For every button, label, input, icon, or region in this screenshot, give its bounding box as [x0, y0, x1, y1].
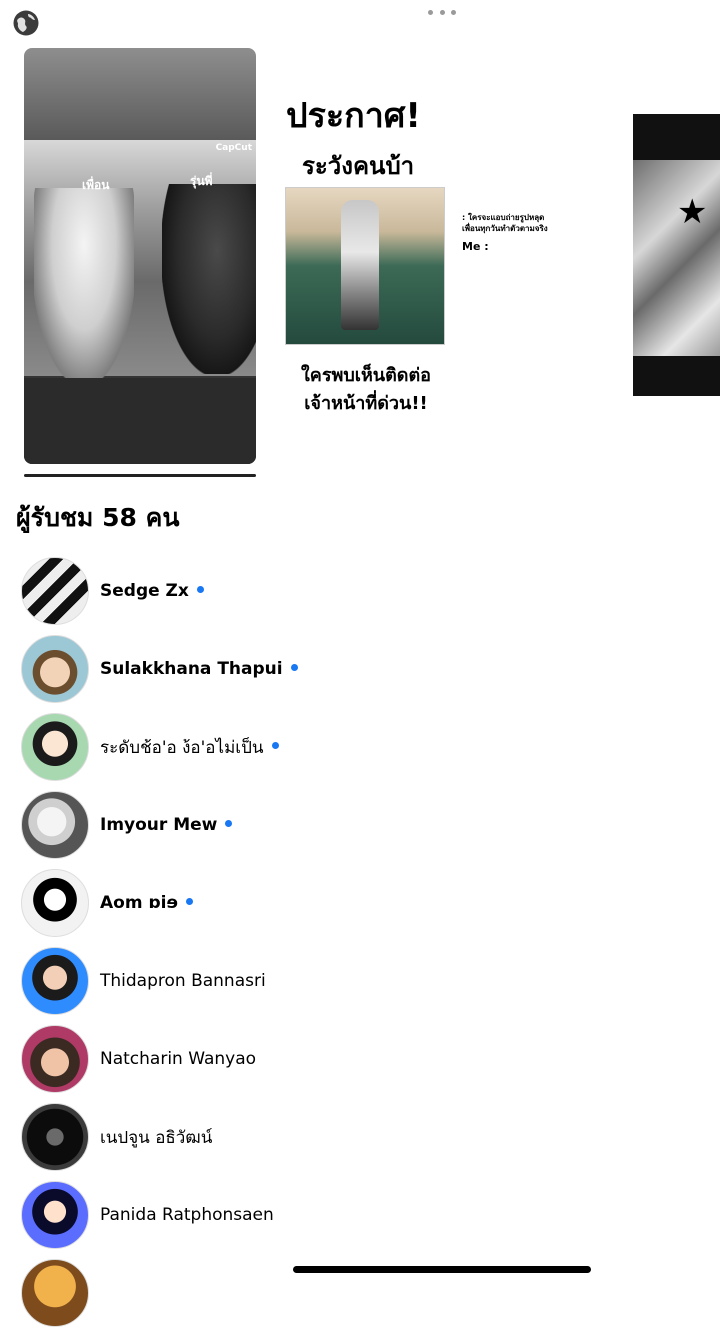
selected-story-indicator	[24, 474, 256, 477]
story-carousel[interactable]: CapCut เพื่อน รุ่นพี่ ประกาศ! ระวังคนบ้า…	[0, 46, 720, 486]
viewer-name[interactable]: Sulakkhana Thapui	[100, 659, 298, 679]
viewer-name[interactable]: Thidapron Bannasri	[100, 971, 266, 991]
viewer-name-text: Sedge Zx	[100, 581, 189, 601]
online-dot-icon	[196, 585, 204, 593]
capcut-watermark: CapCut	[215, 143, 252, 153]
viewer-name[interactable]: Imyour Mew	[100, 815, 233, 835]
online-dot-icon	[271, 742, 279, 749]
viewer-row[interactable]: Imyour Mew	[0, 786, 720, 864]
online-dot-icon	[186, 897, 193, 905]
avatar[interactable]	[21, 791, 89, 859]
viewer-name[interactable]: Sedge Zx	[100, 581, 204, 601]
avatar[interactable]	[21, 1181, 89, 1249]
viewer-row[interactable]: Sedge Zx	[0, 552, 720, 630]
cat-image-left	[34, 188, 134, 378]
viewer-row[interactable]: Panida Ratphonsaen	[0, 1176, 720, 1254]
viewer-name-text: ระดับช้อ'อ ง้อ'อไม่เป็น	[100, 737, 264, 758]
star-icon: ★	[677, 192, 708, 232]
top-bar	[0, 0, 720, 44]
viewer-name[interactable]: Natcharin Wanyao	[100, 1049, 256, 1069]
story-subhead: ระวังคนบ้า	[302, 152, 415, 180]
viewer-row[interactable]: ระดับช้อ'อ ง้อ'อไม่เป็น	[0, 708, 720, 786]
story-caption: ใครพบเห็นติดต่อ เจ้าหน้าที่ด่วน!!	[276, 362, 456, 418]
avatar[interactable]	[21, 1103, 89, 1171]
story-image	[633, 160, 720, 356]
dot	[428, 9, 433, 15]
avatar[interactable]	[21, 1025, 89, 1093]
story-text-line-3: Me :	[462, 240, 489, 253]
story-photo	[285, 187, 445, 345]
avatar[interactable]	[21, 947, 89, 1015]
cat-image-right	[162, 184, 256, 374]
viewer-row[interactable]: Aom ɒiɘ	[0, 864, 720, 942]
online-dot-icon	[225, 819, 233, 827]
avatar[interactable]	[21, 869, 89, 937]
avatar[interactable]	[21, 1259, 89, 1327]
story-card-4[interactable]: ★	[633, 114, 720, 396]
viewer-name[interactable]: ระดับช้อ'อ ง้อ'อไม่เป็น	[100, 734, 279, 761]
story-bottom-band	[24, 378, 256, 464]
story-label-left: เพื่อน	[82, 178, 110, 192]
viewer-name-text: Panida Ratphonsaen	[100, 1205, 274, 1225]
online-dot-icon	[290, 663, 298, 671]
viewer-name-text: Sulakkhana Thapui	[100, 659, 283, 679]
caption-line-2: เจ้าหน้าที่ด่วน!!	[304, 393, 428, 414]
viewer-name-text: Thidapron Bannasri	[100, 971, 266, 991]
globe-icon[interactable]	[12, 9, 40, 37]
viewer-name[interactable]: Aom ɒiɘ	[100, 893, 193, 913]
story-card-1[interactable]: CapCut เพื่อน รุ่นพี่	[24, 48, 256, 464]
avatar[interactable]	[21, 635, 89, 703]
viewer-row[interactable]: Sulakkhana Thapui	[0, 630, 720, 708]
story-card-2[interactable]: ประกาศ! ระวังคนบ้า ใครพบเห็นติดต่อ เจ้าห…	[276, 84, 456, 444]
viewer-name[interactable]: เนปจูน อธิวัฒน์	[100, 1124, 212, 1151]
viewer-name[interactable]: Panida Ratphonsaen	[100, 1205, 274, 1225]
viewer-row[interactable]: Natcharin Wanyao	[0, 1020, 720, 1098]
story-card-3[interactable]: : ใครจะแอบถ่ายรูปหลุด เพื่อนทุกวันทำตัวต…	[462, 212, 592, 272]
viewer-name-text: Natcharin Wanyao	[100, 1049, 257, 1069]
story-text-line-2: เพื่อนทุกวันทำตัวตามจริง	[462, 224, 548, 233]
avatar[interactable]	[21, 557, 89, 625]
home-indicator[interactable]	[293, 1266, 591, 1273]
viewer-name-text: เนปจูน อธิวัฒน์	[100, 1127, 213, 1148]
caption-line-1: ใครพบเห็นติดต่อ	[301, 365, 431, 386]
viewer-row[interactable]: เนปจูน อธิวัฒน์	[0, 1098, 720, 1176]
story-headline: ประกาศ!	[286, 96, 421, 136]
viewer-name-text: Imyour Mew	[100, 815, 218, 835]
dot	[451, 9, 456, 15]
story-label-right: รุ่นพี่	[190, 174, 213, 188]
viewer-name-text: Aom ɒiɘ	[100, 893, 178, 913]
viewer-row[interactable]: Thidapron Bannasri	[0, 942, 720, 1020]
more-dots-icon[interactable]	[428, 4, 456, 20]
avatar[interactable]	[21, 713, 89, 781]
story-text-line-1: : ใครจะแอบถ่ายรูปหลุด	[462, 213, 545, 222]
person-figure	[341, 200, 379, 330]
dot	[439, 9, 445, 15]
viewers-count-heading: ผู้รับชม 58 คน	[16, 503, 180, 532]
